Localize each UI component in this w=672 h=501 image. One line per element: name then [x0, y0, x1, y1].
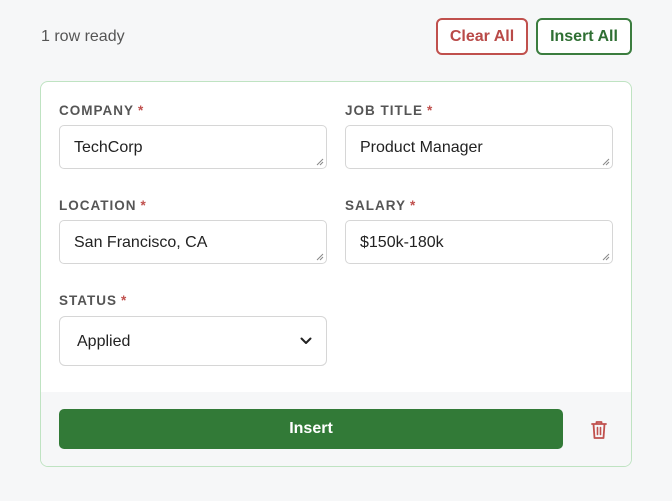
resize-grip-icon[interactable]: [601, 157, 610, 166]
trash-icon[interactable]: [589, 419, 609, 441]
job-title-value: Product Manager: [360, 139, 483, 156]
required-marker: *: [140, 198, 147, 213]
salary-label-text: SALARY: [345, 198, 407, 213]
status-label: STATUS *: [59, 293, 127, 308]
job-title-input[interactable]: Product Manager: [345, 125, 613, 169]
required-marker: *: [138, 103, 145, 118]
required-marker: *: [121, 293, 128, 308]
status-selected-value: Applied: [77, 333, 131, 350]
company-label-text: COMPANY: [59, 103, 135, 118]
toolbar: 1 row ready Clear All Insert All: [0, 0, 672, 75]
location-value: San Francisco, CA: [74, 234, 208, 251]
salary-label: SALARY *: [345, 198, 416, 213]
salary-input[interactable]: $150k-180k: [345, 220, 613, 264]
resize-grip-icon[interactable]: [601, 252, 610, 261]
resize-grip-icon[interactable]: [315, 252, 324, 261]
clear-all-button[interactable]: Clear All: [436, 18, 528, 55]
status-select[interactable]: Applied: [59, 316, 327, 366]
location-input[interactable]: San Francisco, CA: [59, 220, 327, 264]
insert-all-button[interactable]: Insert All: [536, 18, 632, 55]
required-marker: *: [427, 103, 434, 118]
location-label: LOCATION *: [59, 198, 147, 213]
status-label-text: STATUS: [59, 293, 117, 308]
company-label: COMPANY *: [59, 103, 144, 118]
required-marker: *: [410, 198, 417, 213]
job-entry-card: COMPANY * TechCorp JOB TITLE * Product Man…: [40, 81, 632, 467]
row-count-status: 1 row ready: [41, 28, 125, 45]
card-footer: Insert: [41, 392, 631, 466]
salary-value: $150k-180k: [360, 234, 444, 251]
job-title-label-text: JOB TITLE: [345, 103, 424, 118]
chevron-down-icon: [300, 337, 312, 344]
job-title-label: JOB TITLE *: [345, 103, 433, 118]
location-label-text: LOCATION: [59, 198, 137, 213]
company-value: TechCorp: [74, 139, 143, 156]
company-input[interactable]: TechCorp: [59, 125, 327, 169]
insert-button[interactable]: Insert: [59, 409, 563, 449]
resize-grip-icon[interactable]: [315, 157, 324, 166]
